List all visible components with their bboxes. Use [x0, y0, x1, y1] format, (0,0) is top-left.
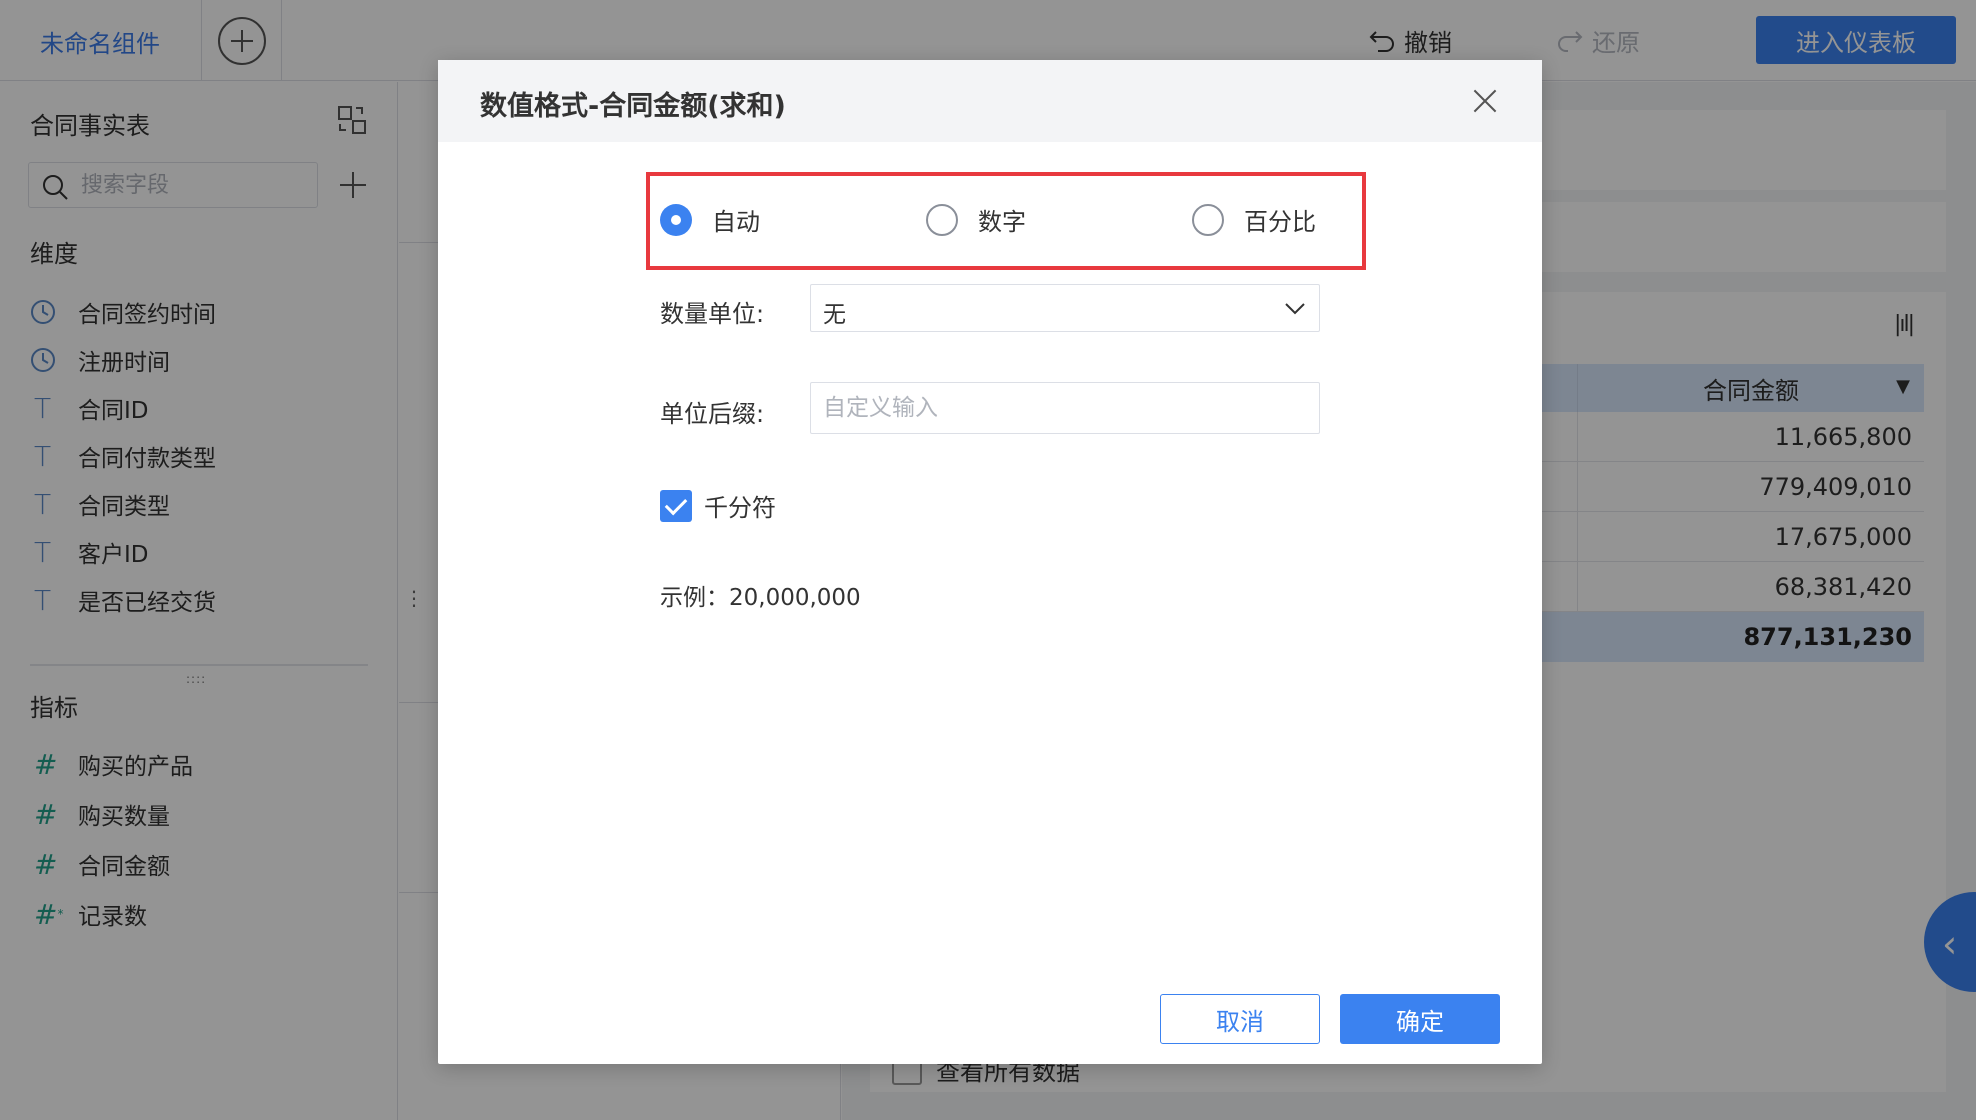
radio-unselected-icon[interactable]: [926, 203, 958, 236]
number-format-dialog: 数值格式-合同金额(求和) 自动 数字 百分比 数量单位: 无 单位后缀: 千分…: [438, 60, 1542, 1064]
close-icon[interactable]: [1468, 84, 1502, 118]
dialog-title: 数值格式-合同金额(求和): [480, 91, 786, 122]
cancel-button[interactable]: 取消: [1160, 994, 1320, 1044]
dialog-header: 数值格式-合同金额(求和): [438, 60, 1542, 142]
unit-select-value: 无: [823, 302, 846, 328]
thousand-separator-checkbox[interactable]: 千分符: [660, 488, 776, 523]
unit-select[interactable]: 无: [810, 284, 1320, 332]
radio-selected-icon[interactable]: [660, 203, 692, 236]
checkbox-checked-icon[interactable]: [660, 489, 692, 522]
radio-percent[interactable]: 百分比: [1192, 202, 1316, 237]
radio-label: 自动: [712, 208, 760, 236]
suffix-input[interactable]: [810, 382, 1320, 434]
radio-unselected-icon[interactable]: [1192, 203, 1224, 236]
unit-label: 数量单位:: [660, 300, 765, 328]
radio-label: 数字: [978, 208, 1026, 236]
thousand-separator-label: 千分符: [704, 494, 776, 522]
suffix-label: 单位后缀:: [660, 400, 765, 428]
radio-auto[interactable]: 自动: [660, 202, 760, 237]
chevron-down-icon: [1285, 303, 1305, 315]
format-example: 示例：20,000,000: [660, 585, 861, 611]
radio-label: 百分比: [1244, 208, 1316, 236]
radio-number[interactable]: 数字: [926, 202, 1026, 237]
confirm-button[interactable]: 确定: [1340, 994, 1500, 1044]
